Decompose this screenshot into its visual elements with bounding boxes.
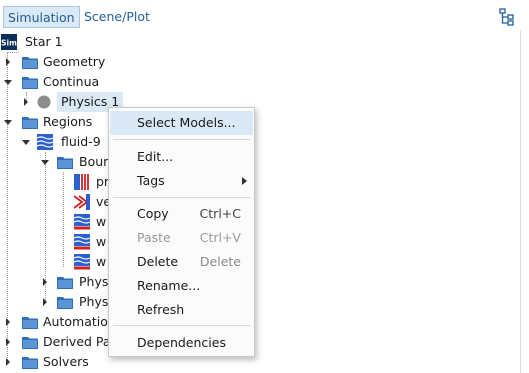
collapse-arrow-icon[interactable] bbox=[40, 157, 50, 167]
tree-node-physics-conditions[interactable]: Phys bbox=[0, 292, 110, 312]
menu-item-select-models[interactable]: Select Models... bbox=[110, 111, 253, 135]
tree-node-boundary[interactable]: w bbox=[0, 232, 110, 252]
tree-label: w bbox=[96, 234, 107, 249]
tree-node-boundary[interactable]: pr bbox=[0, 172, 110, 192]
menu-separator bbox=[113, 139, 250, 140]
tree-node-boundary[interactable]: w bbox=[0, 252, 110, 272]
folder-icon bbox=[22, 317, 38, 329]
expand-arrow-icon[interactable] bbox=[40, 277, 50, 287]
expand-arrow-icon[interactable] bbox=[40, 297, 50, 307]
tree-node-physics-values[interactable]: Phys bbox=[0, 272, 110, 292]
folder-icon bbox=[22, 57, 38, 69]
tree-label: Boun bbox=[79, 154, 112, 169]
menu-item-edit[interactable]: Edit... bbox=[110, 145, 253, 169]
tree-node-geometry[interactable]: Geometry bbox=[0, 52, 200, 72]
tree-node-solvers[interactable]: Solvers bbox=[0, 352, 110, 372]
tree-label: Phys bbox=[79, 274, 109, 289]
expand-arrow-icon[interactable] bbox=[21, 97, 31, 107]
simulation-tree: Sim Star 1 Geometry Continua Physics 1 R… bbox=[0, 30, 521, 373]
sim-icon: Sim bbox=[1, 34, 17, 50]
tree-label: Phys bbox=[79, 294, 109, 309]
folder-icon bbox=[57, 277, 73, 289]
expand-arrow-icon[interactable] bbox=[3, 357, 13, 367]
menu-item-refresh[interactable]: Refresh bbox=[110, 298, 253, 322]
boundary-icon bbox=[74, 214, 90, 230]
tree-label: w bbox=[96, 214, 107, 229]
menu-item-paste: Paste Ctrl+V bbox=[137, 230, 241, 245]
folder-icon bbox=[22, 337, 38, 349]
menu-item-rename[interactable]: Rename... bbox=[110, 274, 253, 298]
tree-label: Automatio bbox=[43, 314, 108, 329]
menu-item-dependencies[interactable]: Dependencies bbox=[110, 331, 253, 355]
tab-scene-plot[interactable]: Scene/Plot bbox=[80, 6, 154, 28]
collapse-arrow-icon[interactable] bbox=[3, 117, 13, 127]
folder-icon bbox=[22, 357, 38, 369]
boundary-icon bbox=[74, 194, 90, 210]
tab-simulation[interactable]: Simulation bbox=[3, 6, 80, 28]
tree-node-continua[interactable]: Continua bbox=[0, 72, 200, 92]
tree-label: Regions bbox=[43, 114, 93, 129]
boundary-icon bbox=[74, 254, 90, 270]
expand-arrow-icon[interactable] bbox=[3, 337, 13, 347]
tab-bar: Simulation Scene/Plot bbox=[0, 0, 529, 30]
menu-separator bbox=[113, 197, 250, 198]
tree-view-icon[interactable] bbox=[497, 7, 517, 27]
tree-node-boundary[interactable]: w bbox=[0, 212, 110, 232]
expand-arrow-icon[interactable] bbox=[3, 57, 13, 67]
collapse-arrow-icon[interactable] bbox=[21, 137, 31, 147]
boundary-icon bbox=[74, 174, 89, 190]
folder-icon bbox=[57, 297, 73, 309]
tree-node-derived-parts[interactable]: Derived Pa bbox=[0, 332, 111, 352]
tree-label: Continua bbox=[43, 74, 100, 89]
physics-continuum-icon bbox=[37, 95, 51, 109]
tree-label: Geometry bbox=[43, 54, 106, 69]
region-icon bbox=[37, 134, 53, 150]
folder-icon bbox=[22, 77, 38, 89]
tree-label: Star 1 bbox=[25, 34, 63, 49]
folder-icon bbox=[57, 157, 73, 169]
tree-label: Derived Pa bbox=[43, 334, 111, 349]
context-menu: Select Models... Edit... Tags Copy Ctrl+… bbox=[108, 107, 255, 357]
menu-item-tags[interactable]: Tags bbox=[110, 169, 253, 193]
folder-icon bbox=[22, 117, 38, 129]
menu-separator bbox=[113, 325, 250, 326]
menu-item-delete[interactable]: Delete Delete bbox=[110, 250, 253, 274]
boundary-icon bbox=[74, 234, 90, 250]
tree-node-star-1[interactable]: Sim Star 1 bbox=[0, 32, 200, 52]
tree-label: Solvers bbox=[43, 354, 89, 369]
tree-node-boundary[interactable]: ve bbox=[0, 192, 111, 212]
tree-node-boundaries[interactable]: Boun bbox=[0, 152, 120, 172]
tree-label: fluid-9 bbox=[61, 134, 101, 149]
menu-item-copy[interactable]: Copy Ctrl+C bbox=[110, 202, 253, 226]
collapse-arrow-icon[interactable] bbox=[3, 77, 13, 87]
tree-label: w bbox=[96, 254, 107, 269]
submenu-arrow-icon bbox=[242, 177, 247, 185]
expand-arrow-icon[interactable] bbox=[3, 317, 13, 327]
tree-node-automation[interactable]: Automatio bbox=[0, 312, 110, 332]
svg-text:Sim: Sim bbox=[1, 39, 17, 48]
